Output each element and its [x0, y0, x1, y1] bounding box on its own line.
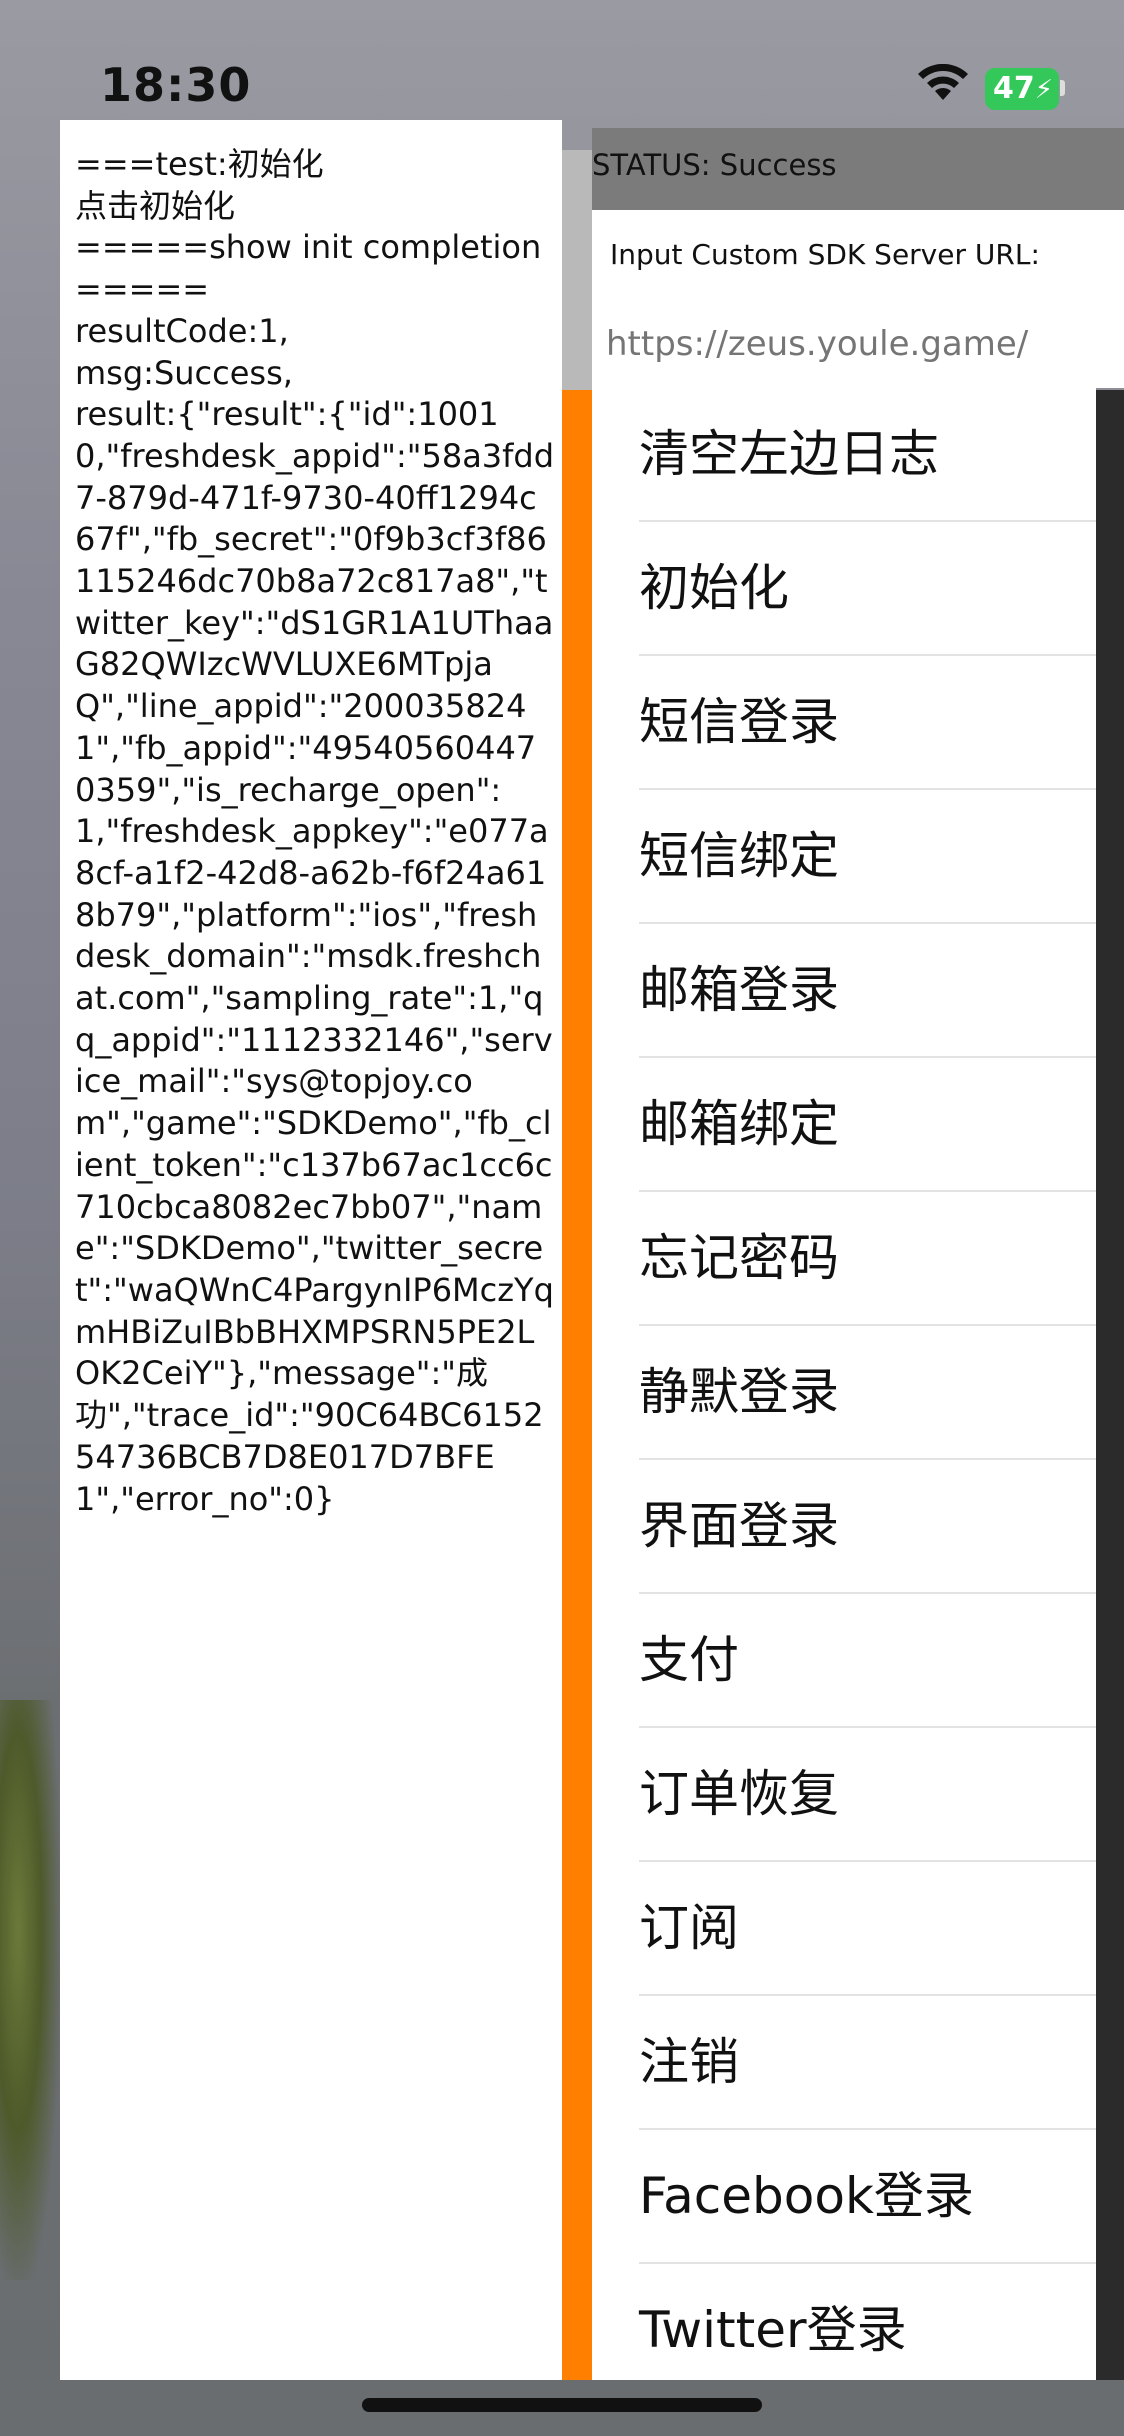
menu-item-label: 初始化 [639, 559, 789, 617]
status-text: STATUS: Success [592, 148, 837, 182]
menu-item-logout[interactable]: 注销 [639, 1996, 1096, 2130]
menu-item-restore-order[interactable]: 订单恢复 [639, 1728, 1096, 1862]
background-foliage [0, 1700, 60, 2280]
menu-item-ui-login[interactable]: 界面登录 [639, 1460, 1096, 1594]
menu-item-label: Twitter登录 [639, 2301, 907, 2359]
menu-item-label: 支付 [639, 1631, 739, 1689]
status-row: STATUS: Success [592, 128, 1124, 210]
menu-item-label: 静默登录 [639, 1363, 839, 1421]
menu-item-label: 清空左边日志 [639, 425, 939, 483]
menu-item-email-bind[interactable]: 邮箱绑定 [639, 1058, 1096, 1192]
menu-item-forgot-password[interactable]: 忘记密码 [639, 1192, 1096, 1326]
action-menu[interactable]: 清空左边日志 初始化 短信登录 短信绑定 邮箱登录 邮箱绑定 忘记密码 静默登录… [592, 388, 1096, 2380]
menu-item-label: 注销 [639, 2033, 739, 2091]
menu-item-sms-bind[interactable]: 短信绑定 [639, 790, 1096, 924]
log-text: ===test:初始化 点击初始化 =====show init complet… [75, 145, 555, 1518]
battery-icon: 47⚡ [985, 68, 1059, 110]
menu-item-clear-log[interactable]: 清空左边日志 [639, 388, 1096, 522]
menu-item-init[interactable]: 初始化 [639, 522, 1096, 656]
menu-item-sms-login[interactable]: 短信登录 [639, 656, 1096, 790]
menu-item-subscribe[interactable]: 订阅 [639, 1862, 1096, 1996]
battery-cap [1060, 80, 1065, 96]
log-panel[interactable]: ===test:初始化 点击初始化 =====show init complet… [60, 120, 562, 2380]
clock: 18:30 [100, 58, 252, 112]
background-edge [1094, 390, 1124, 2380]
menu-item-label: 短信绑定 [639, 827, 839, 885]
menu-item-silent-login[interactable]: 静默登录 [639, 1326, 1096, 1460]
menu-item-label: Facebook登录 [639, 2167, 974, 2225]
menu-item-label: 短信登录 [639, 693, 839, 751]
ios-status-bar: 18:30 47⚡ [0, 0, 1124, 120]
home-indicator[interactable] [362, 2398, 762, 2412]
menu-item-label: 邮箱绑定 [639, 1095, 839, 1153]
wifi-icon [915, 63, 971, 108]
server-url-label: Input Custom SDK Server URL: [610, 238, 1040, 271]
menu-item-facebook-login[interactable]: Facebook登录 [639, 2130, 1096, 2264]
log-scrollbar[interactable] [562, 150, 592, 390]
menu-item-email-login[interactable]: 邮箱登录 [639, 924, 1096, 1058]
menu-item-label: 订阅 [639, 1899, 739, 1957]
menu-item-twitter-login[interactable]: Twitter登录 [639, 2264, 1096, 2380]
menu-item-label: 订单恢复 [639, 1765, 839, 1823]
menu-item-label: 忘记密码 [639, 1229, 839, 1287]
menu-item-label: 界面登录 [639, 1497, 839, 1555]
server-url-box: Input Custom SDK Server URL: [592, 210, 1124, 388]
server-url-input[interactable] [604, 318, 1108, 370]
menu-item-pay[interactable]: 支付 [639, 1594, 1096, 1728]
menu-item-label: 邮箱登录 [639, 961, 839, 1019]
divider-bar [562, 390, 592, 2380]
battery-level: 47 [993, 71, 1035, 106]
